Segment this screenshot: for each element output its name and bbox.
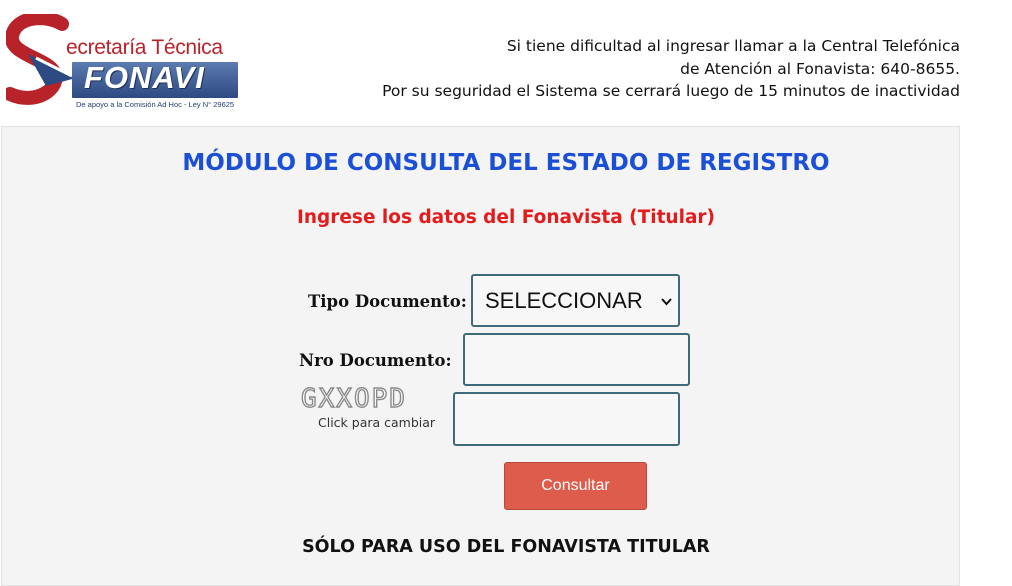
fonavi-logo: ecretaría Técnica FONAVI De apoyo a la C…: [6, 14, 242, 112]
captcha-image[interactable]: GXXOPD: [300, 383, 407, 414]
help-line-1: Si tiene dificultad al ingresar llamar a…: [506, 37, 960, 55]
captcha-refresh-hint[interactable]: Click para cambiar: [318, 415, 435, 430]
logo-title: ecretaría Técnica: [66, 36, 223, 59]
consultar-button[interactable]: Consultar: [504, 462, 647, 510]
doc-number-input[interactable]: [463, 333, 690, 386]
doc-number-label: Nro Documento:: [299, 351, 452, 370]
help-line-2: de Atención al Fonavista: 640-8655.: [680, 59, 960, 78]
doc-type-select[interactable]: SELECCIONAR: [471, 274, 680, 327]
logo-tagline: De apoyo a la Comisión Ad Hoc - Ley N° 2…: [76, 100, 235, 109]
footer-note: SÓLO PARA USO DEL FONAVISTA TITULAR: [302, 537, 710, 557]
doc-type-label: Tipo Documento:: [308, 292, 467, 311]
consultar-button-label: Consultar: [541, 477, 610, 494]
help-line-3: Por su seguridad el Sistema se cerrará l…: [382, 82, 960, 100]
captcha-input[interactable]: [453, 392, 680, 446]
page-header: ecretaría Técnica FONAVI De apoyo a la C…: [0, 0, 1012, 125]
help-text: Si tiene dificultad al ingresar llamar a…: [382, 35, 960, 103]
module-title: MÓDULO DE CONSULTA DEL ESTADO DE REGISTR…: [182, 150, 830, 176]
chevron-down-icon: [661, 298, 672, 306]
form-subtitle: Ingrese los datos del Fonavista (Titular…: [296, 207, 716, 228]
logo-brand: FONAVI: [84, 60, 205, 95]
doc-type-selected-value: SELECCIONAR: [485, 287, 643, 313]
